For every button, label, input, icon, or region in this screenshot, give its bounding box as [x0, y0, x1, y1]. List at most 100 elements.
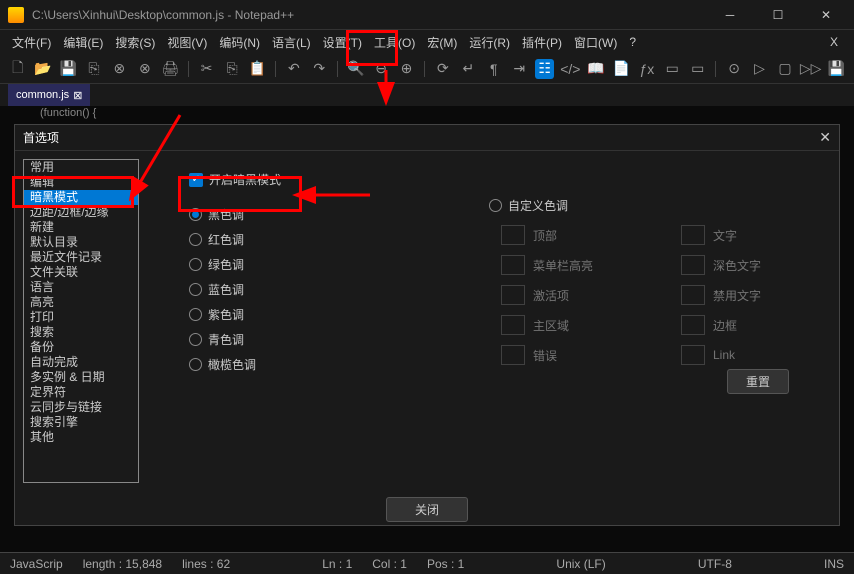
status-lines: lines : 62	[182, 557, 230, 571]
preferences-dialog: 首选项 ✕ 常用编辑暗黑模式边距/边框/边缘新建默认目录最近文件记录文件关联语言…	[14, 124, 840, 526]
panel1-icon[interactable]: ▭	[663, 59, 682, 79]
code-icon[interactable]: </>	[560, 59, 580, 79]
save-macro-icon[interactable]: 💾	[827, 59, 846, 79]
cut-icon[interactable]: ✂	[197, 59, 216, 79]
menu-item[interactable]: 编码(N)	[215, 32, 264, 53]
open-icon[interactable]: 📂	[33, 59, 52, 79]
sidebar-item[interactable]: 边距/边框/边缘	[24, 205, 138, 220]
menu-item[interactable]: ?	[625, 33, 640, 51]
color-label: Link	[713, 348, 735, 362]
save-icon[interactable]: 💾	[59, 59, 78, 79]
statusbar: JavaScrip length : 15,848 lines : 62 Ln …	[0, 552, 854, 574]
menu-item[interactable]: 插件(P)	[518, 32, 566, 53]
dialog-title: 首选项	[23, 129, 819, 146]
sidebar-item[interactable]: 多实例 & 日期	[24, 370, 138, 385]
menu-item[interactable]: 宏(M)	[423, 32, 461, 53]
color-swatch[interactable]	[681, 345, 705, 365]
color-label: 文字	[713, 227, 737, 244]
dialog-close-icon[interactable]: ✕	[819, 129, 831, 146]
sidebar-item[interactable]: 暗黑模式	[24, 190, 138, 205]
minimize-button[interactable]: ─	[710, 3, 750, 27]
tone-label: 黑色调	[208, 206, 244, 223]
sidebar-item[interactable]: 备份	[24, 340, 138, 355]
sidebar-item[interactable]: 搜索	[24, 325, 138, 340]
wrap-icon[interactable]: ↵	[459, 59, 478, 79]
book-icon[interactable]: 📖	[586, 59, 605, 79]
radio-icon	[189, 308, 202, 321]
save-all-icon[interactable]: ⎘	[84, 59, 103, 79]
close-file-icon[interactable]: ⊗	[110, 59, 129, 79]
sidebar-item[interactable]: 搜索引擎	[24, 415, 138, 430]
color-swatch[interactable]	[501, 345, 525, 365]
sync-icon[interactable]: ⟳	[433, 59, 452, 79]
reset-button[interactable]: 重置	[727, 369, 789, 394]
color-swatch[interactable]	[681, 285, 705, 305]
sidebar-item[interactable]: 编辑	[24, 175, 138, 190]
sidebar-item[interactable]: 高亮	[24, 295, 138, 310]
sidebar-item[interactable]: 其他	[24, 430, 138, 445]
menu-item[interactable]: 文件(F)	[8, 32, 55, 53]
doc-icon[interactable]: 📄	[612, 59, 631, 79]
status-pos: Pos : 1	[427, 557, 464, 571]
redo-icon[interactable]: ↷	[310, 59, 329, 79]
sidebar-item[interactable]: 默认目录	[24, 235, 138, 250]
sidebar-item[interactable]: 文件关联	[24, 265, 138, 280]
menu-item[interactable]: 窗口(W)	[570, 32, 621, 53]
copy-icon[interactable]: ⎘	[222, 59, 241, 79]
sidebar-item[interactable]: 语言	[24, 280, 138, 295]
color-swatch[interactable]	[681, 225, 705, 245]
sidebar-item[interactable]: 打印	[24, 310, 138, 325]
record-icon[interactable]: ⊙	[724, 59, 743, 79]
sidebar-item[interactable]: 最近文件记录	[24, 250, 138, 265]
sidebar-item[interactable]: 云同步与链接	[24, 400, 138, 415]
sidebar-item[interactable]: 常用	[24, 160, 138, 175]
sidebar-item[interactable]: 自动完成	[24, 355, 138, 370]
menu-item[interactable]: 工具(O)	[370, 32, 419, 53]
close-all-icon[interactable]: ⊗	[135, 59, 154, 79]
color-swatch[interactable]	[501, 225, 525, 245]
sidebar-item[interactable]: 新建	[24, 220, 138, 235]
sidebar-item[interactable]: 定界符	[24, 385, 138, 400]
enable-dark-checkbox[interactable]: ✓ 开启暗黑模式	[189, 171, 819, 188]
panel2-icon[interactable]: ▭	[688, 59, 707, 79]
color-swatch[interactable]	[501, 285, 525, 305]
menu-item[interactable]: 视图(V)	[163, 32, 211, 53]
print-icon[interactable]: 🖨	[161, 59, 180, 79]
checkbox-icon: ✓	[189, 173, 203, 187]
menu-close-icon[interactable]: X	[822, 35, 846, 49]
undo-icon[interactable]: ↶	[284, 59, 303, 79]
menu-item[interactable]: 语言(L)	[268, 32, 315, 53]
menu-item[interactable]: 运行(R)	[465, 32, 514, 53]
tone-label: 蓝色调	[208, 281, 244, 298]
color-swatch[interactable]	[501, 255, 525, 275]
custom-tone-label: 自定义色调	[508, 197, 568, 214]
indent-icon[interactable]: ⇥	[509, 59, 528, 79]
play-icon[interactable]: ▷	[750, 59, 769, 79]
zoom-out-icon[interactable]: ⊖	[371, 59, 390, 79]
zoom-in-icon[interactable]: ⊕	[397, 59, 416, 79]
color-swatch[interactable]	[681, 255, 705, 275]
paste-icon[interactable]: 📋	[248, 59, 267, 79]
editor-area[interactable]: (function() {	[0, 106, 854, 122]
status-eol: Unix (LF)	[556, 557, 605, 571]
ff-icon[interactable]: ▷▷	[801, 59, 821, 79]
guide-icon[interactable]: ☷	[535, 59, 554, 79]
invisible-icon[interactable]: ¶	[484, 59, 503, 79]
tab-close-icon[interactable]: ⊠	[73, 89, 82, 102]
menu-item[interactable]: 编辑(E)	[59, 32, 107, 53]
new-icon[interactable]: 🗋	[8, 59, 27, 79]
color-swatch[interactable]	[681, 315, 705, 335]
stop-icon[interactable]: ▢	[775, 59, 794, 79]
color-swatch[interactable]	[501, 315, 525, 335]
search-icon[interactable]: 🔍	[346, 59, 365, 79]
menubar: 文件(F)编辑(E)搜索(S)视图(V)编码(N)语言(L)设置(T)工具(O)…	[0, 30, 854, 54]
close-button[interactable]: ✕	[806, 3, 846, 27]
tab-file[interactable]: common.js ⊠	[8, 84, 90, 106]
menu-item[interactable]: 搜索(S)	[111, 32, 159, 53]
tab-bar: common.js ⊠	[0, 84, 854, 106]
dialog-close-button[interactable]: 关闭	[386, 497, 468, 522]
fx-icon[interactable]: ƒx	[637, 59, 656, 79]
maximize-button[interactable]: ☐	[758, 3, 798, 27]
menu-item[interactable]: 设置(T)	[319, 32, 366, 53]
custom-tone-radio[interactable]: 自定义色调	[489, 197, 568, 214]
